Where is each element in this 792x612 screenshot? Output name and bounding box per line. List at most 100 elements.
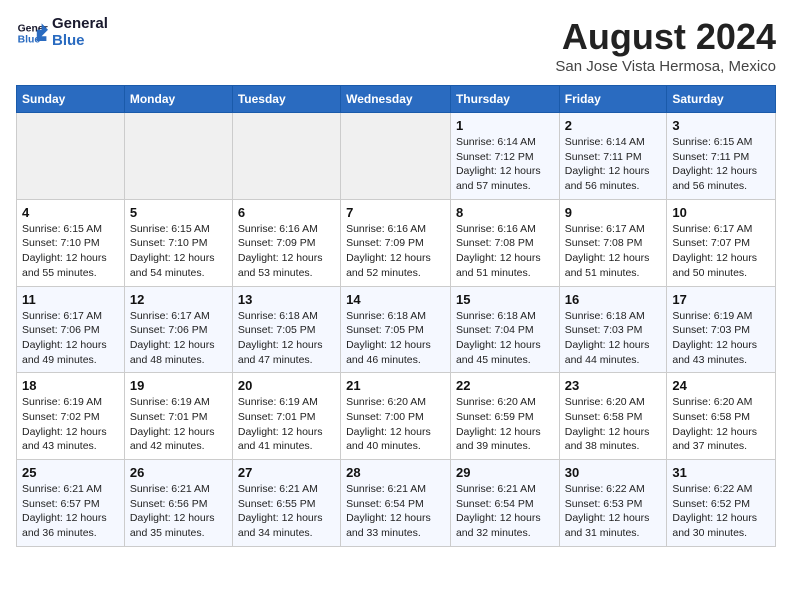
calendar-week-5: 25Sunrise: 6:21 AM Sunset: 6:57 PM Dayli… [17, 460, 776, 547]
weekday-header-sunday: Sunday [17, 86, 125, 113]
day-number: 28 [346, 465, 445, 480]
location-subtitle: San Jose Vista Hermosa, Mexico [555, 58, 776, 75]
weekday-header-monday: Monday [124, 86, 232, 113]
day-number: 31 [672, 465, 770, 480]
calendar-cell: 12 Sunrise: 6:17 AM Sunset: 7:06 PM Dayli… [124, 286, 232, 373]
day-number: 4 [22, 205, 119, 220]
day-number: 22 [456, 378, 554, 393]
day-number: 19 [130, 378, 227, 393]
calendar-cell: 29 Sunrise: 6:21 AM Sunset: 6:54 PM Dayli… [450, 460, 559, 547]
calendar-cell: 2Sunrise: 6:14 AM Sunset: 7:11 PM Daylig… [559, 113, 667, 200]
calendar-cell: 17 Sunrise: 6:19 AM Sunset: 7:03 PM Dayli… [667, 286, 776, 373]
calendar-cell: 31 Sunrise: 6:22 AM Sunset: 6:52 PM Dayli… [667, 460, 776, 547]
calendar-cell: 24 Sunrise: 6:20 AM Sunset: 6:58 PM Dayli… [667, 373, 776, 460]
day-number: 23 [565, 378, 662, 393]
calendar-week-2: 4 Sunrise: 6:15 AM Sunset: 7:10 PM Daylig… [17, 199, 776, 286]
day-info: Sunrise: 6:16 AM Sunset: 7:08 PM Dayligh… [456, 222, 554, 281]
day-info: Sunrise: 6:17 AM Sunset: 7:07 PM Dayligh… [672, 222, 770, 281]
calendar-body: 1Sunrise: 6:14 AM Sunset: 7:12 PM Daylig… [17, 113, 776, 547]
day-number: 3 [672, 118, 770, 133]
month-year-title: August 2024 [555, 16, 776, 58]
day-info: Sunrise: 6:21 AM Sunset: 6:55 PM Dayligh… [238, 482, 335, 541]
day-number: 10 [672, 205, 770, 220]
logo: General Blue General Blue [16, 16, 108, 49]
day-number: 14 [346, 292, 445, 307]
weekday-header-saturday: Saturday [667, 86, 776, 113]
day-number: 12 [130, 292, 227, 307]
weekday-header-friday: Friday [559, 86, 667, 113]
weekday-header-row: SundayMondayTuesdayWednesdayThursdayFrid… [17, 86, 776, 113]
calendar-cell: 20 Sunrise: 6:19 AM Sunset: 7:01 PM Dayli… [232, 373, 340, 460]
day-info: Sunrise: 6:18 AM Sunset: 7:05 PM Dayligh… [346, 309, 445, 368]
day-number: 7 [346, 205, 445, 220]
calendar-cell [17, 113, 125, 200]
weekday-header-wednesday: Wednesday [341, 86, 451, 113]
day-info: Sunrise: 6:19 AM Sunset: 7:01 PM Dayligh… [130, 395, 227, 454]
day-number: 27 [238, 465, 335, 480]
day-info: Sunrise: 6:20 AM Sunset: 6:59 PM Dayligh… [456, 395, 554, 454]
calendar-cell: 10 Sunrise: 6:17 AM Sunset: 7:07 PM Dayli… [667, 199, 776, 286]
calendar-cell: 9 Sunrise: 6:17 AM Sunset: 7:08 PM Daylig… [559, 199, 667, 286]
day-info: Sunrise: 6:21 AM Sunset: 6:54 PM Dayligh… [456, 482, 554, 541]
day-info: Sunrise: 6:15 AM Sunset: 7:10 PM Dayligh… [130, 222, 227, 281]
calendar-cell [341, 113, 451, 200]
day-info: Sunrise: 6:17 AM Sunset: 7:06 PM Dayligh… [130, 309, 227, 368]
day-info: Sunrise: 6:19 AM Sunset: 7:02 PM Dayligh… [22, 395, 119, 454]
day-number: 13 [238, 292, 335, 307]
day-number: 24 [672, 378, 770, 393]
weekday-header-tuesday: Tuesday [232, 86, 340, 113]
day-info: Sunrise: 6:17 AM Sunset: 7:06 PM Dayligh… [22, 309, 119, 368]
day-info: Sunrise: 6:18 AM Sunset: 7:04 PM Dayligh… [456, 309, 554, 368]
calendar-cell: 3Sunrise: 6:15 AM Sunset: 7:11 PM Daylig… [667, 113, 776, 200]
calendar-cell: 4 Sunrise: 6:15 AM Sunset: 7:10 PM Daylig… [17, 199, 125, 286]
day-info: Sunrise: 6:14 AM Sunset: 7:11 PM Dayligh… [565, 135, 662, 194]
day-number: 17 [672, 292, 770, 307]
calendar-cell: 15Sunrise: 6:18 AM Sunset: 7:04 PM Dayli… [450, 286, 559, 373]
calendar-cell: 14 Sunrise: 6:18 AM Sunset: 7:05 PM Dayli… [341, 286, 451, 373]
day-number: 1 [456, 118, 554, 133]
calendar-cell: 26Sunrise: 6:21 AM Sunset: 6:56 PM Dayli… [124, 460, 232, 547]
day-info: Sunrise: 6:19 AM Sunset: 7:03 PM Dayligh… [672, 309, 770, 368]
day-number: 5 [130, 205, 227, 220]
calendar-cell [232, 113, 340, 200]
day-info: Sunrise: 6:18 AM Sunset: 7:05 PM Dayligh… [238, 309, 335, 368]
calendar-cell: 7 Sunrise: 6:16 AM Sunset: 7:09 PM Daylig… [341, 199, 451, 286]
day-number: 20 [238, 378, 335, 393]
day-number: 11 [22, 292, 119, 307]
calendar-cell: 19 Sunrise: 6:19 AM Sunset: 7:01 PM Dayli… [124, 373, 232, 460]
day-number: 6 [238, 205, 335, 220]
calendar-cell: 23 Sunrise: 6:20 AM Sunset: 6:58 PM Dayli… [559, 373, 667, 460]
calendar-cell [124, 113, 232, 200]
day-info: Sunrise: 6:20 AM Sunset: 6:58 PM Dayligh… [672, 395, 770, 454]
day-number: 25 [22, 465, 119, 480]
day-info: Sunrise: 6:19 AM Sunset: 7:01 PM Dayligh… [238, 395, 335, 454]
calendar-table: SundayMondayTuesdayWednesdayThursdayFrid… [16, 85, 776, 547]
day-number: 26 [130, 465, 227, 480]
page-header: General Blue General Blue August 2024 Sa… [16, 16, 776, 75]
day-info: Sunrise: 6:18 AM Sunset: 7:03 PM Dayligh… [565, 309, 662, 368]
day-number: 9 [565, 205, 662, 220]
day-number: 29 [456, 465, 554, 480]
calendar-cell: 11 Sunrise: 6:17 AM Sunset: 7:06 PM Dayli… [17, 286, 125, 373]
weekday-header-thursday: Thursday [450, 86, 559, 113]
calendar-cell: 30Sunrise: 6:22 AM Sunset: 6:53 PM Dayli… [559, 460, 667, 547]
calendar-week-3: 11 Sunrise: 6:17 AM Sunset: 7:06 PM Dayli… [17, 286, 776, 373]
calendar-cell: 16 Sunrise: 6:18 AM Sunset: 7:03 PM Dayli… [559, 286, 667, 373]
day-info: Sunrise: 6:20 AM Sunset: 6:58 PM Dayligh… [565, 395, 662, 454]
day-info: Sunrise: 6:21 AM Sunset: 6:54 PM Dayligh… [346, 482, 445, 541]
calendar-cell: 1Sunrise: 6:14 AM Sunset: 7:12 PM Daylig… [450, 113, 559, 200]
calendar-title-area: August 2024 San Jose Vista Hermosa, Mexi… [555, 16, 776, 75]
logo-icon: General Blue [16, 17, 48, 49]
logo-general: General [52, 16, 108, 33]
calendar-cell: 6Sunrise: 6:16 AM Sunset: 7:09 PM Daylig… [232, 199, 340, 286]
calendar-cell: 21Sunrise: 6:20 AM Sunset: 7:00 PM Dayli… [341, 373, 451, 460]
calendar-cell: 28 Sunrise: 6:21 AM Sunset: 6:54 PM Dayli… [341, 460, 451, 547]
day-info: Sunrise: 6:22 AM Sunset: 6:52 PM Dayligh… [672, 482, 770, 541]
calendar-cell: 13 Sunrise: 6:18 AM Sunset: 7:05 PM Dayli… [232, 286, 340, 373]
day-info: Sunrise: 6:17 AM Sunset: 7:08 PM Dayligh… [565, 222, 662, 281]
day-info: Sunrise: 6:16 AM Sunset: 7:09 PM Dayligh… [346, 222, 445, 281]
day-info: Sunrise: 6:15 AM Sunset: 7:10 PM Dayligh… [22, 222, 119, 281]
day-number: 16 [565, 292, 662, 307]
day-number: 18 [22, 378, 119, 393]
day-number: 30 [565, 465, 662, 480]
